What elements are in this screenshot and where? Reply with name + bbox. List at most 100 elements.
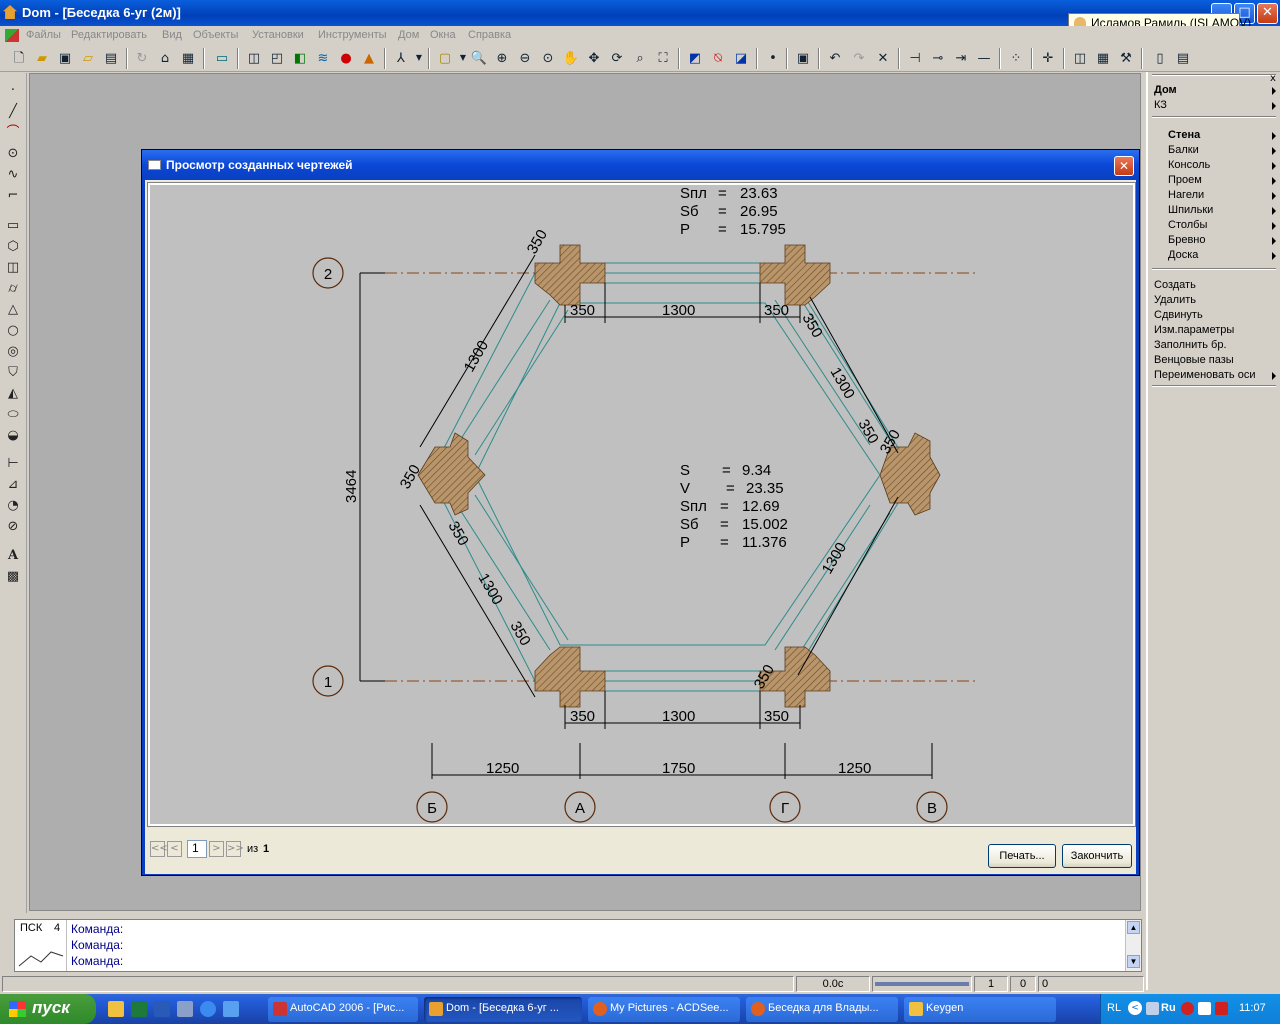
new-file-icon[interactable]: 🗋 xyxy=(10,49,28,67)
task-acdsee[interactable]: My Pictures - ACDSee... xyxy=(588,997,740,1022)
windows-tile-icon[interactable]: ◪ xyxy=(732,49,750,67)
scroll-up-icon[interactable]: ▲ xyxy=(1127,921,1140,934)
snap-grid-icon[interactable]: ⁘ xyxy=(1007,49,1025,67)
layout-tool-icon[interactable]: ⚒ xyxy=(1117,49,1135,67)
delete-x-icon[interactable]: ✕ xyxy=(874,49,892,67)
fillet-tool-icon[interactable]: ⌐ xyxy=(3,186,23,204)
no-display-icon[interactable]: ⍉ xyxy=(709,49,727,67)
panel-subheader[interactable]: КЗ xyxy=(1154,99,1167,111)
menu-house[interactable]: Дом xyxy=(398,29,419,41)
action-create[interactable]: Создать xyxy=(1154,279,1196,291)
panel-item-beams[interactable]: Балки xyxy=(1168,144,1199,156)
panel-close-icon[interactable]: x xyxy=(1270,73,1276,84)
pyramid-tool-icon[interactable]: ◭ xyxy=(3,384,23,402)
finish-button[interactable]: Закончить xyxy=(1062,844,1132,868)
dimension-aligned-icon[interactable]: ⊿ xyxy=(3,475,23,493)
hatch-tool-icon[interactable]: ▩ xyxy=(3,567,23,585)
action-edit-params[interactable]: Изм.параметры xyxy=(1154,324,1234,336)
menu-windows[interactable]: Окна xyxy=(430,29,456,41)
table-icon[interactable]: ▦ xyxy=(179,49,197,67)
menu-edit[interactable]: Редактировать xyxy=(71,29,147,41)
menu-view[interactable]: Вид xyxy=(162,29,182,41)
zoom-window-icon[interactable]: ⌕ xyxy=(631,49,649,67)
rectangle-tool-icon[interactable]: ▭ xyxy=(3,216,23,234)
command-line[interactable]: Команда: xyxy=(71,954,123,968)
colors-icon[interactable]: ● xyxy=(337,49,355,67)
menu-files[interactable]: Файлы xyxy=(26,29,61,41)
quicklaunch-ie-icon[interactable] xyxy=(200,1001,216,1017)
text-tool-icon[interactable]: A xyxy=(3,546,23,564)
snap-mid-icon[interactable]: ⊸ xyxy=(929,49,947,67)
layers-icon[interactable]: ≋ xyxy=(314,49,332,67)
tray-device-icon[interactable] xyxy=(1198,1002,1211,1015)
dimension-radius-icon[interactable]: ◔ xyxy=(3,496,23,514)
action-crown-grooves[interactable]: Венцовые пазы xyxy=(1154,354,1234,366)
box-tool-icon[interactable]: ◫ xyxy=(3,258,23,276)
tray-antivirus-icon[interactable] xyxy=(1181,1002,1194,1015)
next-page-button[interactable]: > xyxy=(209,841,224,857)
quicklaunch-excel-icon[interactable] xyxy=(131,1001,147,1017)
panel-item-studs[interactable]: Шпильки xyxy=(1168,204,1213,216)
action-fill-log[interactable]: Заполнить бр. xyxy=(1154,339,1227,351)
panel-item-posts[interactable]: Столбы xyxy=(1168,219,1207,231)
start-button[interactable]: пуск xyxy=(0,994,96,1024)
dialog-close-button[interactable]: ✕ xyxy=(1114,156,1134,176)
task-gazebo[interactable]: Беседка для Влады... xyxy=(746,997,898,1022)
ellipse-tool-icon[interactable]: ⬭ xyxy=(3,405,23,423)
page-number-input[interactable]: 1 xyxy=(187,840,207,858)
undo-icon[interactable]: ↶ xyxy=(826,49,844,67)
orbit-icon[interactable]: ✥ xyxy=(585,49,603,67)
task-keygen[interactable]: Keygen xyxy=(904,997,1056,1022)
calculator-icon[interactable]: ▤ xyxy=(1174,49,1192,67)
pan-hand-icon[interactable]: ✋ xyxy=(562,49,580,67)
box-solid-icon[interactable]: ◧ xyxy=(291,49,309,67)
point-tool-icon[interactable]: · xyxy=(3,81,23,99)
cone-tool-icon[interactable]: △ xyxy=(3,300,23,318)
house-view-icon[interactable]: ⌂ xyxy=(156,49,174,67)
snap-end-icon[interactable]: ⊣ xyxy=(906,49,924,67)
shield-solid-icon[interactable]: ⛉ xyxy=(3,363,23,381)
panel-item-console[interactable]: Консоль xyxy=(1168,159,1210,171)
layout-grid-icon[interactable]: ▦ xyxy=(1094,49,1112,67)
box-wire-icon[interactable]: ◰ xyxy=(268,49,286,67)
page-icon[interactable]: ▯ xyxy=(1151,49,1169,67)
quicklaunch-explorer-icon[interactable] xyxy=(108,1001,124,1017)
quicklaunch-notepad-icon[interactable] xyxy=(177,1001,193,1017)
action-delete[interactable]: Удалить xyxy=(1154,294,1196,306)
quicklaunch-desktop-icon[interactable] xyxy=(223,1001,239,1017)
arc-tool-icon[interactable]: ⌒ xyxy=(3,123,23,141)
scroll-down-icon[interactable]: ▼ xyxy=(1127,955,1140,968)
tray-k-icon[interactable] xyxy=(1215,1002,1228,1015)
task-autocad[interactable]: AutoCAD 2006 - [Рис... xyxy=(268,997,418,1022)
zoom-extents-icon[interactable]: ⛶ xyxy=(654,49,672,67)
first-page-button[interactable]: << xyxy=(150,841,168,857)
layout-columns-icon[interactable]: ◫ xyxy=(1071,49,1089,67)
spline-tool-icon[interactable]: ∿ xyxy=(3,165,23,183)
ellipse-arc-icon[interactable]: ◒ xyxy=(3,426,23,444)
lang-indicator[interactable]: RL xyxy=(1107,1002,1121,1014)
orbit-free-icon[interactable]: ⟳ xyxy=(608,49,626,67)
panel-item-opening[interactable]: Проем xyxy=(1168,174,1202,186)
document-menu-icon[interactable] xyxy=(5,29,19,42)
menu-settings[interactable]: Установки xyxy=(252,29,304,41)
tray-network-icon[interactable] xyxy=(1146,1002,1159,1015)
close-button[interactable]: ✕ xyxy=(1257,3,1278,24)
menu-tools[interactable]: Инструменты xyxy=(318,29,387,41)
move-cross-icon[interactable]: ✛ xyxy=(1039,49,1057,67)
zoom-realtime-icon[interactable]: 🔍 xyxy=(470,49,488,67)
action-rename-axes[interactable]: Переименовать оси xyxy=(1154,369,1255,381)
panel-item-board[interactable]: Доска xyxy=(1168,249,1198,261)
dimension-linear-icon[interactable]: ⊢ xyxy=(3,454,23,472)
circle-center-icon[interactable]: ⊙ xyxy=(3,144,23,162)
snap-line-icon[interactable]: — xyxy=(975,49,993,67)
menu-help[interactable]: Справка xyxy=(468,29,511,41)
panel-item-log[interactable]: Бревно xyxy=(1168,234,1206,246)
properties-icon[interactable]: ▣ xyxy=(794,49,812,67)
task-dom[interactable]: Dom - [Беседка 6-уг ... xyxy=(424,997,582,1022)
action-move[interactable]: Сдвинуть xyxy=(1154,309,1203,321)
redo-icon[interactable]: ↷ xyxy=(850,49,868,67)
polygon-tool-icon[interactable]: ⬡ xyxy=(3,237,23,255)
zoom-all-icon[interactable]: ⊙ xyxy=(539,49,557,67)
rotate-view-icon[interactable]: ↻ xyxy=(133,49,151,67)
open-file-icon[interactable]: ▰ xyxy=(33,49,51,67)
